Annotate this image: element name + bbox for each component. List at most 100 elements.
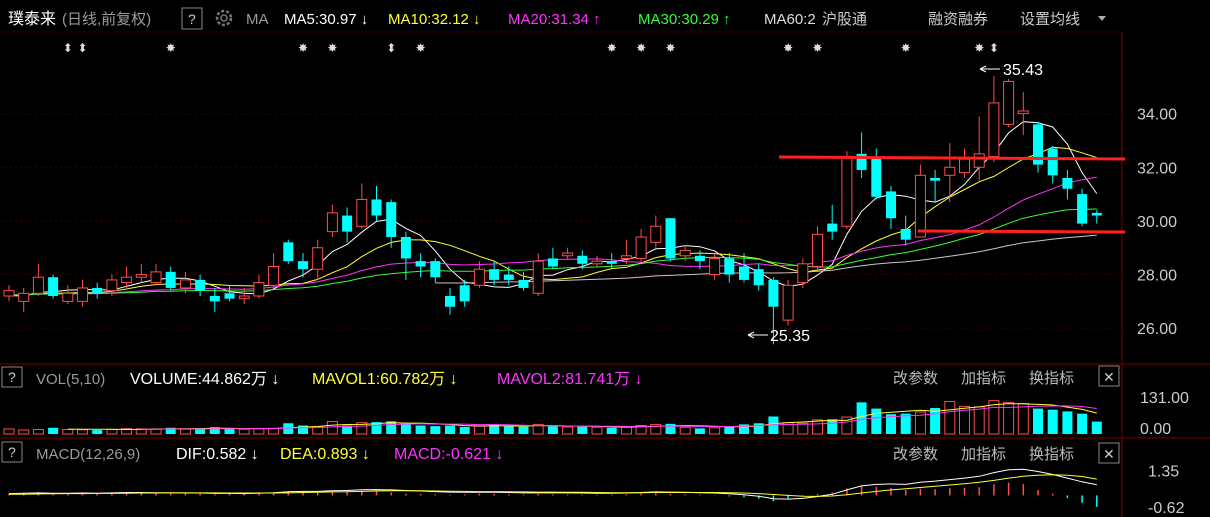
volume-bar-48 — [709, 427, 721, 435]
volume-bar-2 — [32, 428, 44, 435]
low-price-label: 25.35 — [770, 328, 810, 345]
candle-body-73 — [1077, 194, 1088, 224]
volume-bar-41 — [606, 427, 617, 434]
macd-value-0: DIF:0.582 ↓ — [176, 446, 259, 463]
candle-body-9 — [135, 274, 147, 278]
candle-body-21 — [312, 247, 324, 270]
candle-body-62 — [914, 174, 926, 238]
candle-body-54 — [797, 263, 809, 284]
macd-tick-0: 1.35 — [1148, 464, 1179, 481]
link-margin-trading[interactable]: 融资融券 — [928, 11, 988, 28]
link-hugutong[interactable]: 沪股通 — [822, 11, 867, 28]
header-bar: 璞泰来 (日线,前复权) ? MA MA5:30.97 ↓ MA10:32.12 … — [8, 7, 1106, 30]
candle-body-50 — [739, 266, 749, 280]
candle-body-65 — [959, 158, 970, 174]
macd-header: ? MACD(12,26,9) DIF:0.582 ↓ DEA:0.893 ↓ MA… — [1, 441, 1120, 464]
volume-bar-70 — [1033, 408, 1043, 434]
volume-bar-55 — [812, 419, 823, 435]
volume-bar-32 — [473, 425, 485, 435]
event-marker-1: ⬍ — [78, 41, 88, 55]
ma-value-2: MA20:31.34 ↑ — [508, 11, 601, 28]
vol-title: VOL(5,10) — [36, 371, 105, 388]
candle-body-66 — [973, 153, 985, 168]
candle-body-48 — [709, 257, 721, 276]
support-line[interactable] — [917, 229, 1126, 234]
event-markers: ⬍ ⬍ ✸ ✸ ✸ ⬍ ✸ ✸ ✸ ✸ ✸ ✸ ✸ ✸ ⬍ — [63, 41, 999, 55]
candle-body-11 — [165, 271, 176, 288]
ma-value-4: MA60:2 — [764, 11, 816, 28]
stock-name: 璞泰来 — [8, 10, 56, 28]
candle-body-35 — [518, 279, 529, 288]
price-tick-1: 32.00 — [1137, 160, 1177, 177]
price-grid — [0, 113, 1122, 329]
candle-body-27 — [400, 237, 411, 259]
candle-body-7 — [106, 279, 118, 292]
volume-bar-71 — [1047, 409, 1058, 434]
macd-modify-params-button[interactable]: 改参数 — [893, 446, 938, 463]
macd-close-icon: ✕ — [1103, 446, 1115, 462]
gear-icon[interactable] — [215, 9, 233, 27]
candle-body-41 — [606, 261, 617, 264]
volume-bar-0 — [3, 428, 15, 435]
candle-body-31 — [459, 285, 470, 302]
volume-bar-7 — [106, 428, 118, 435]
candle-body-49 — [724, 258, 735, 275]
volume-bar-39 — [577, 426, 588, 434]
price-tick-3: 28.00 — [1137, 268, 1177, 285]
vol-add-indicator-button[interactable]: 加指标 — [961, 370, 1006, 387]
volume-bar-51 — [753, 423, 764, 434]
candle-body-30 — [445, 296, 455, 307]
volume-bar-18 — [268, 427, 280, 435]
candle-body-0 — [3, 290, 15, 297]
volume-bar-59 — [871, 408, 882, 434]
volume-bar-29 — [430, 426, 441, 434]
candle-body-14 — [209, 296, 220, 302]
ma-value-1: MA10:32.12 ↓ — [388, 11, 481, 28]
volume-bar-27 — [400, 423, 411, 434]
candle-body-33 — [489, 269, 500, 280]
candle-body-64 — [944, 166, 956, 176]
candle-body-69 — [1017, 110, 1029, 115]
candle-body-57 — [841, 156, 853, 227]
candle-body-23 — [342, 215, 353, 232]
candle-body-6 — [92, 287, 103, 294]
chevron-down-icon[interactable] — [1098, 16, 1106, 21]
macd-axis: 1.35 -0.62 — [1148, 464, 1185, 517]
volume-bar-49 — [724, 426, 735, 434]
volume-bar-74 — [1091, 421, 1102, 434]
candle-body-39 — [577, 255, 588, 264]
high-annotation: 35.43 — [979, 62, 1043, 79]
macd-add-indicator-button[interactable]: 加指标 — [961, 446, 1006, 463]
vol-help-label: ? — [8, 369, 16, 385]
macd-title: MACD(12,26,9) — [36, 446, 140, 463]
candle-body-3 — [48, 277, 59, 296]
price-tick-4: 26.00 — [1137, 321, 1177, 338]
candle-body-59 — [871, 156, 882, 197]
candle-body-56 — [827, 223, 838, 232]
volume-bar-34 — [503, 426, 514, 434]
candle-body-34 — [503, 274, 514, 280]
candle-body-29 — [430, 261, 441, 278]
candle-body-4 — [62, 292, 74, 302]
ma-label: MA — [246, 11, 269, 28]
resistance-line[interactable] — [778, 155, 1126, 161]
event-marker-8: ✸ — [636, 41, 646, 55]
ma-lines — [8, 121, 1098, 297]
volume-bar-35 — [518, 426, 529, 434]
vol-switch-indicator-button[interactable]: 换指标 — [1029, 370, 1074, 387]
volume-bar-47 — [694, 428, 705, 434]
candle-body-15 — [224, 293, 235, 299]
candle-body-61 — [900, 228, 911, 240]
volume-bar-38 — [562, 426, 574, 435]
volume-bar-58 — [856, 402, 867, 434]
candle-body-55 — [812, 233, 823, 267]
vol-modify-params-button[interactable]: 改参数 — [893, 370, 938, 387]
volume-bar-12 — [179, 428, 191, 435]
link-ma-settings[interactable]: 设置均线 — [1020, 11, 1080, 28]
candle-body-19 — [283, 242, 294, 262]
candle-body-53 — [782, 284, 794, 321]
event-marker-10: ✸ — [783, 41, 793, 55]
volume-bar-31 — [459, 426, 470, 434]
macd-switch-indicator-button[interactable]: 换指标 — [1029, 446, 1074, 463]
candle-body-12 — [179, 279, 191, 289]
